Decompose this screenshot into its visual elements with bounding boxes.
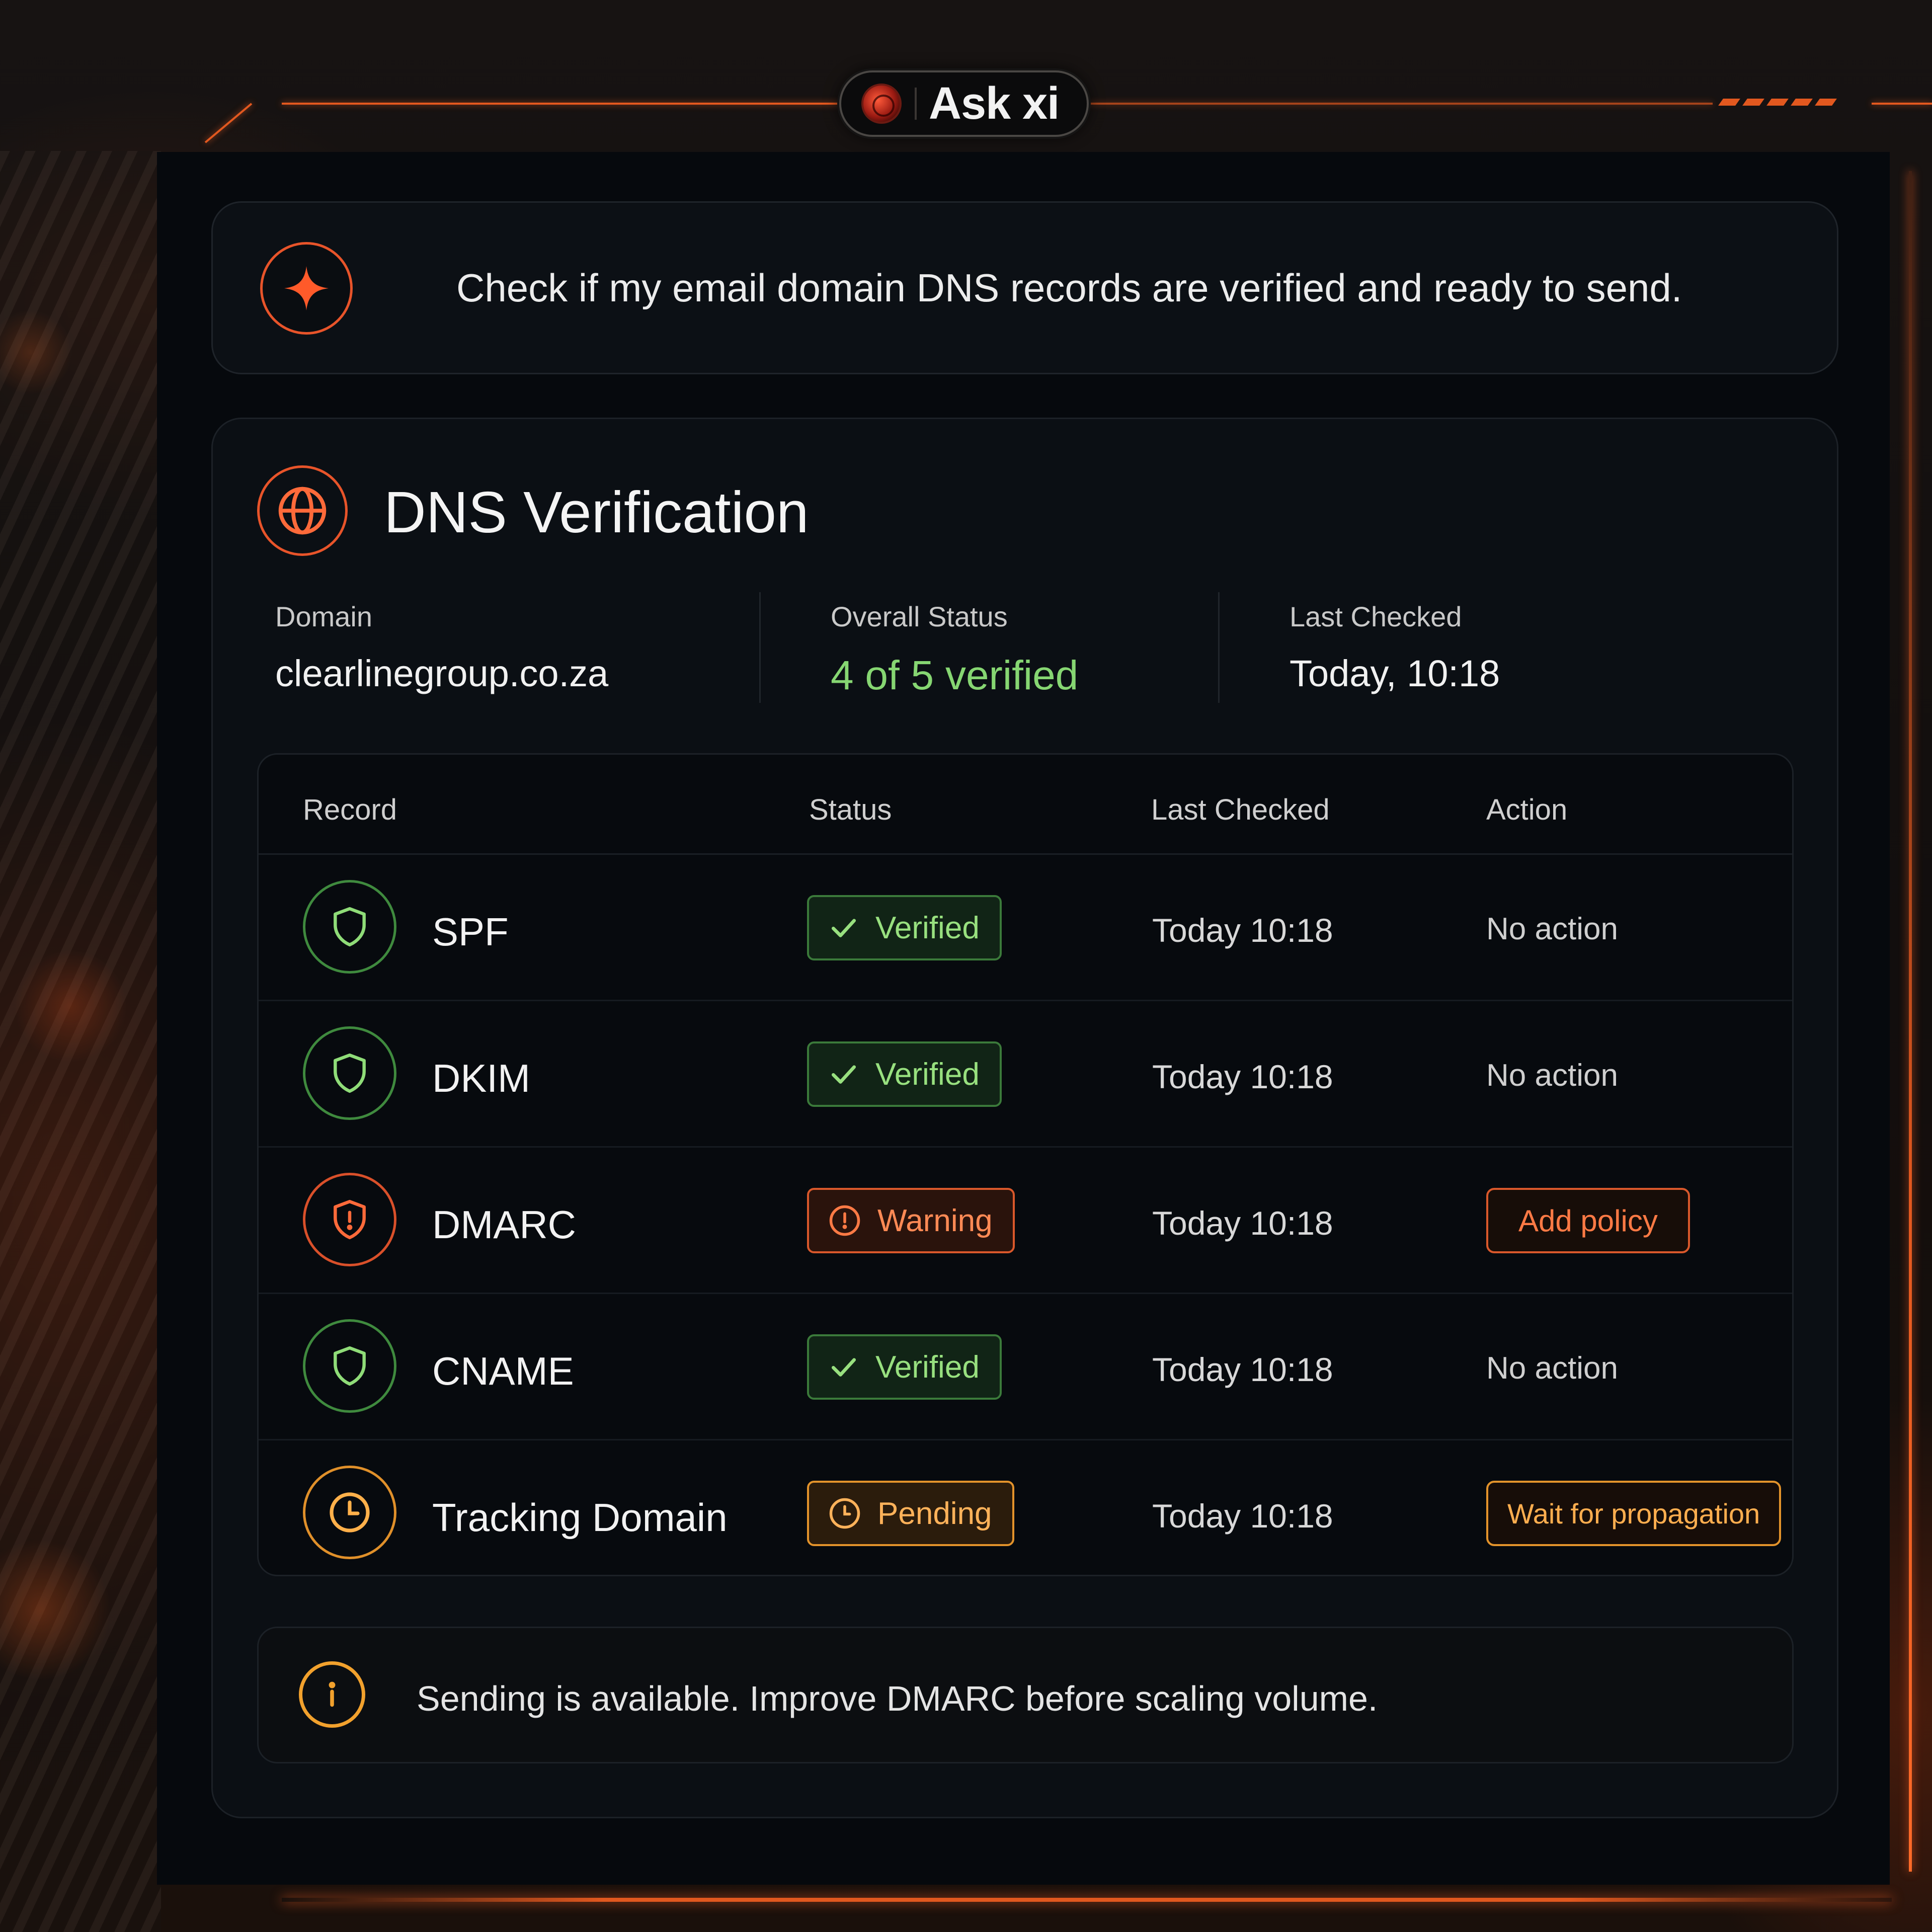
status-badge: Verified [807,1334,1002,1400]
summary-last-checked: Last Checked Today, 10:18 [1290,600,1500,695]
info-note: Sending is available. Improve DMARC befo… [257,1627,1794,1763]
shield-alert-icon [303,1173,396,1266]
clock-icon [828,1497,861,1530]
status-text: Pending [877,1496,992,1531]
domain-value: clearlinegroup.co.za [275,653,609,694]
pill-divider [915,88,917,120]
check-icon [828,1059,859,1090]
frame-glow-right [1909,171,1912,1872]
add-policy-button[interactable]: Add policy [1486,1188,1690,1253]
overall-status-label: Overall Status [831,601,1008,632]
dns-records-table: Record Status Last Checked Action SPF Ve… [257,753,1794,1576]
card-title: DNS Verification [384,479,809,545]
check-icon [828,1351,859,1383]
summary-status: Overall Status 4 of 5 verified [831,600,1078,699]
record-name: DKIM [432,1056,530,1100]
table-row: Tracking Domain Pending Today 10:18 Wait… [259,1440,1792,1575]
summary-domain: Domain clearlinegroup.co.za [275,600,608,695]
record-action-text: No action [1486,912,1618,946]
globe-icon [257,465,348,556]
summary-divider [759,592,761,703]
shield-icon [303,1319,396,1413]
record-name: Tracking Domain [432,1495,728,1540]
wait-for-propagation-button[interactable]: Wait for propagation [1486,1481,1782,1546]
record-name: CNAME [432,1349,574,1393]
record-action-text: No action [1486,1351,1618,1386]
info-note-text: Sending is available. Improve DMARC befo… [417,1679,1378,1718]
table-row: DMARC Warning Today 10:18 Add policy [259,1148,1792,1294]
record-last-checked: Today 10:18 [1152,1204,1333,1242]
record-last-checked: Today 10:18 [1152,1497,1333,1535]
status-badge: Pending [807,1481,1014,1546]
record-action-text: No action [1486,1058,1618,1093]
frame-line-right [1089,103,1713,105]
last-checked-label: Last Checked [1290,601,1462,632]
overall-status-value: 4 of 5 verified [831,653,1079,698]
domain-label: Domain [275,601,372,632]
summary-divider [1218,592,1220,703]
app-title: Ask xi [929,78,1060,129]
table-row: DKIM Verified Today 10:18 No action [259,1001,1792,1148]
alert-circle-icon [828,1204,861,1237]
frame-dash-marks [1718,99,1837,106]
background-rock-texture [0,151,161,1932]
status-text: Warning [877,1203,993,1238]
record-last-checked: Today 10:18 [1152,1351,1333,1388]
status-text: Verified [875,910,980,945]
ask-xi-button[interactable]: Ask xi [839,70,1089,137]
header-record: Record [303,793,397,826]
last-checked-value: Today, 10:18 [1290,653,1500,694]
record-name: SPF [432,910,509,954]
table-row: CNAME Verified Today 10:18 No action [259,1294,1792,1440]
shield-icon [303,1026,396,1120]
info-icon [299,1661,365,1728]
chat-panel: Check if my email domain DNS records are… [157,152,1890,1885]
user-prompt-card: Check if my email domain DNS records are… [211,201,1838,374]
check-icon [828,912,859,943]
status-badge: Verified [807,1041,1002,1107]
frame-corner [204,103,253,143]
status-badge: Verified [807,895,1002,960]
header-status: Status [809,793,892,826]
table-header: Record Status Last Checked Action [259,755,1792,855]
user-prompt-text: Check if my email domain DNS records are… [456,266,1682,310]
header-action: Action [1486,793,1568,826]
frame-line-left [282,103,840,105]
frame-glow-bottom [282,1898,1892,1902]
status-badge: Warning [807,1188,1015,1253]
status-text: Verified [875,1057,980,1092]
header-last-checked: Last Checked [1151,793,1330,826]
frame-line-far-right [1872,103,1932,105]
table-row: SPF Verified Today 10:18 No action [259,855,1792,1001]
record-last-checked: Today 10:18 [1152,1058,1333,1095]
record-last-checked: Today 10:18 [1152,912,1333,949]
status-text: Verified [875,1349,980,1385]
xi-orb-icon [861,84,902,124]
clock-icon [303,1466,396,1559]
shield-icon [303,880,396,974]
dns-verification-card: DNS Verification Domain clearlinegroup.c… [211,418,1838,1818]
record-name: DMARC [432,1202,576,1247]
sparkle-icon [260,242,353,335]
